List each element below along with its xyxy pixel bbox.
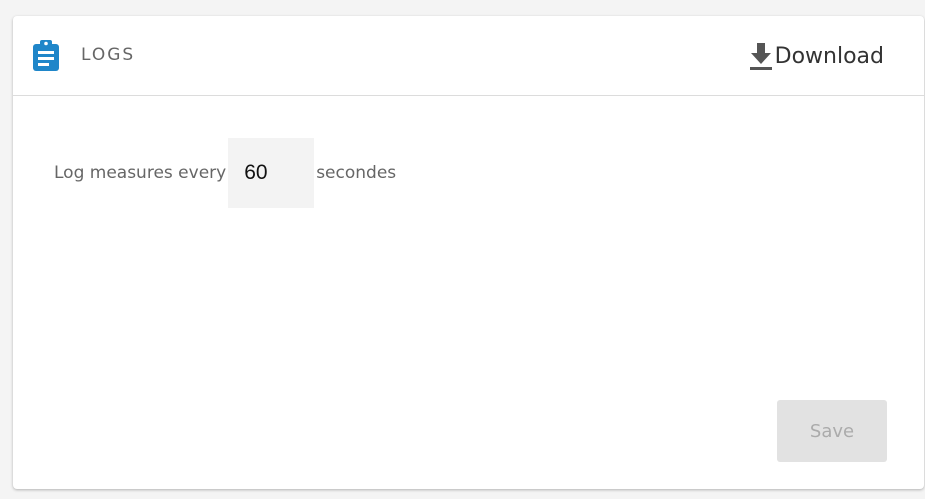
log-interval-prefix: Log measures every (54, 163, 227, 183)
clipboard-icon (32, 39, 60, 71)
download-button[interactable]: Download (749, 38, 884, 74)
download-label: Download (774, 43, 884, 69)
logs-card: LOGS Download Log measures every seconde… (13, 16, 924, 489)
log-interval-row: Log measures every secondes (54, 138, 396, 208)
card-header: LOGS Download (13, 16, 924, 96)
download-icon (749, 41, 773, 71)
save-button[interactable]: Save (777, 400, 887, 462)
page-title: LOGS (81, 45, 136, 65)
log-interval-input[interactable] (228, 138, 315, 208)
log-interval-unit: secondes (316, 163, 397, 183)
